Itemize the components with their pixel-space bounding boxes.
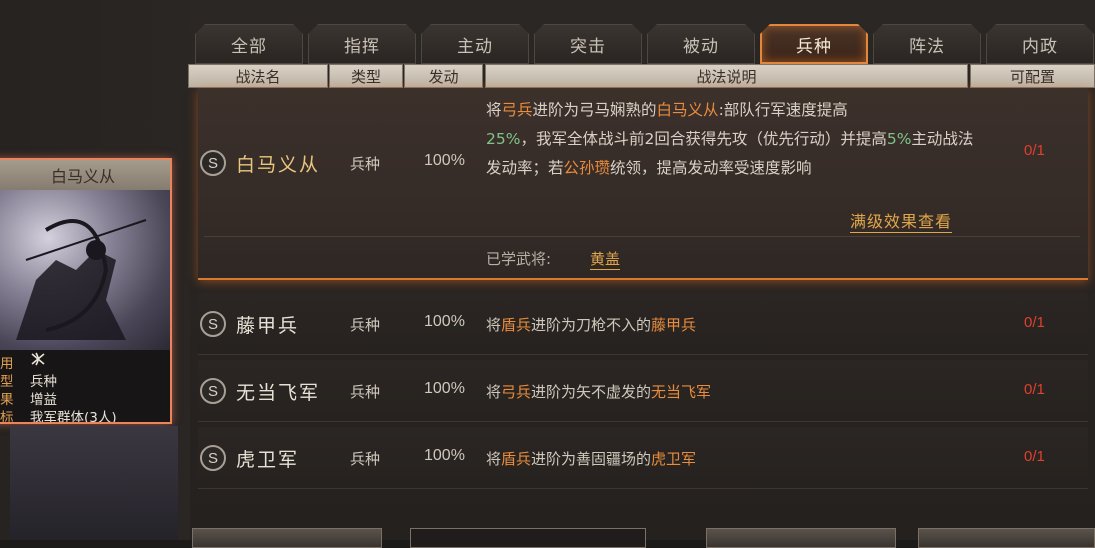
max-level-effect-link[interactable]: 满级效果查看 [850,208,953,233]
bottom-button[interactable] [192,528,382,548]
config-count: 0/1 [1024,448,1045,465]
grade-badge: S [200,445,226,471]
card-title: 白马义从 [0,160,170,190]
tab-passive[interactable]: 被动 [647,24,755,64]
skill-description: 将弓兵进阶为弓马娴熟的白马义从:部队行军速度提高 25%，我军全体战斗前2回合获得… [486,101,974,177]
category-tabs: 全部 指挥 主动 突击 被动 兵种 阵法 内政 [195,24,1095,64]
learned-generals-label: 已学武将: [486,250,552,268]
tab-formation[interactable]: 阵法 [873,24,981,64]
bottom-input[interactable] [410,528,646,548]
skill-row[interactable]: S 虎卫军 兵种 100% 将盾兵进阶为善固疆场的虎卫军 0/1 [198,427,1088,489]
skill-type: 兵种 [350,316,381,334]
grade-badge: S [200,378,226,404]
header-rate[interactable]: 发动 [404,64,483,88]
info-row: 标我军群体(3人) [0,410,117,424]
skill-name: 藤甲兵 [236,315,300,337]
bottom-button[interactable] [706,528,896,548]
skill-row[interactable]: S 藤甲兵 兵种 100% 将盾兵进阶为刀枪不入的藤甲兵 0/1 [198,293,1088,355]
learned-general-link[interactable]: 黄盖 [590,248,621,270]
grade-badge: S [200,311,226,337]
archer-illustration [0,190,170,350]
info-row: 型兵种 [0,374,57,390]
skill-type: 兵种 [350,383,381,401]
config-count: 0/1 [1024,314,1045,331]
header-type[interactable]: 类型 [329,64,403,88]
table-header: 战法名 类型 发动 战法说明 可配置 [188,64,1095,88]
skill-name: 虎卫军 [236,449,300,471]
secondary-card[interactable] [10,426,178,540]
grade-badge: S [200,150,226,176]
config-count: 0/1 [1024,142,1045,159]
header-name[interactable]: 战法名 [188,64,328,88]
tab-command[interactable]: 指挥 [308,24,416,64]
row-divider [204,236,1080,237]
skill-description: 将弓兵进阶为矢不虚发的无当飞军 [486,383,712,401]
card-info-panel: 用 型兵种 果增益 标我军群体(3人) [0,350,170,424]
tab-all[interactable]: 全部 [195,24,303,64]
config-count: 0/1 [1024,381,1045,398]
tab-active[interactable]: 主动 [421,24,529,64]
skill-rate: 100% [424,380,465,397]
skill-type: 兵种 [350,450,381,468]
skill-type: 兵种 [350,155,381,173]
info-row: 用 [0,352,170,372]
tab-assault[interactable]: 突击 [534,24,642,64]
skill-rate: 100% [424,152,465,169]
crossed-weapons-icon [30,352,46,370]
skill-rate: 100% [424,313,465,330]
header-description: 战法说明 [485,64,968,88]
skill-rate: 100% [424,447,465,464]
skill-row[interactable]: S 无当飞军 兵种 100% 将弓兵进阶为矢不虚发的无当飞军 0/1 [198,360,1088,422]
skill-name: 无当飞军 [236,382,321,404]
skill-card[interactable]: 白马义从 用 型兵种 果增益 标我军群体(3人) [0,158,172,424]
skill-name: 白马义从 [236,154,321,176]
skill-description: 将盾兵进阶为善固疆场的虎卫军 [486,450,697,468]
tab-internal-affairs[interactable]: 内政 [986,24,1094,64]
bottom-button[interactable] [918,528,1095,548]
header-config[interactable]: 可配置 [970,64,1095,88]
skill-row-expanded[interactable]: S 白马义从 兵种 100% 将弓兵进阶为弓马娴熟的白马义从:部队行军速度提高 2… [198,88,1088,280]
skill-description: 将盾兵进阶为刀枪不入的藤甲兵 [486,316,697,334]
info-row: 果增益 [0,392,57,408]
tab-troop-type[interactable]: 兵种 [760,24,868,64]
archer-silhouette [16,219,147,340]
